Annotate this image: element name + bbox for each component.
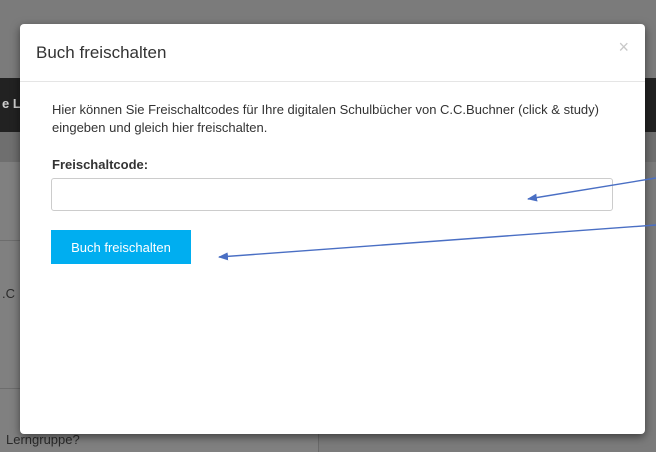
background-navbar-text: e L — [2, 96, 21, 111]
close-icon[interactable]: × — [618, 38, 629, 56]
modal-header: Buch freischalten × — [20, 24, 645, 82]
unlock-book-modal: Buch freischalten × Hier können Sie Frei… — [20, 24, 645, 434]
code-field-label: Freischaltcode: — [52, 157, 149, 172]
unlock-book-button[interactable]: Buch freischalten — [51, 230, 191, 264]
background-list-text: .C — [2, 286, 15, 301]
unlock-code-input[interactable] — [51, 178, 613, 211]
modal-title: Buch freischalten — [36, 43, 167, 62]
intro-text: Hier können Sie Freischaltcodes für Ihre… — [52, 102, 599, 135]
background-link-text: Lerngruppe? — [6, 432, 80, 447]
